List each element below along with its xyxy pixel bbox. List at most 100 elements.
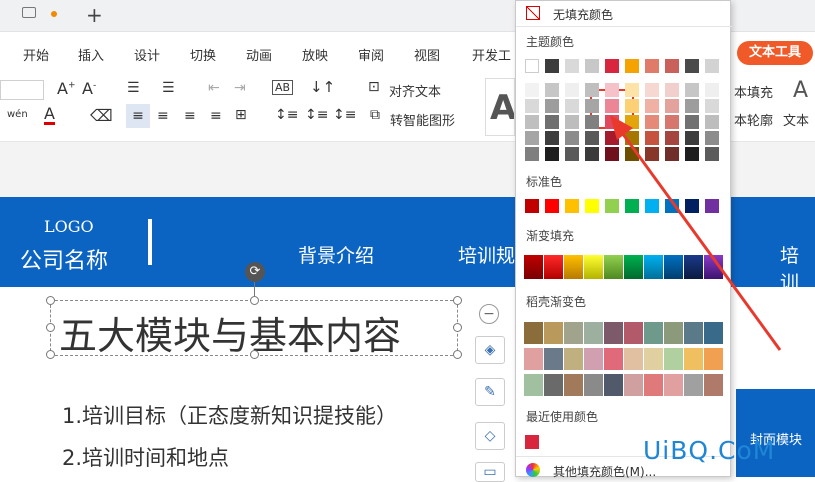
theme-shade-swatch[interactable] bbox=[565, 115, 579, 129]
text-direction-icon[interactable]: AB bbox=[272, 80, 294, 95]
brush-icon[interactable]: ✎ bbox=[475, 378, 505, 406]
shell-gradient-swatch[interactable] bbox=[624, 374, 643, 396]
more-colors-button[interactable]: 其他填充颜色(M)... bbox=[553, 463, 656, 480]
theme-shade-swatch[interactable] bbox=[525, 131, 539, 145]
theme-shade-swatch[interactable] bbox=[665, 99, 679, 113]
align-left-icon[interactable]: ≡ bbox=[126, 104, 150, 128]
theme-shade-swatch[interactable] bbox=[705, 147, 719, 161]
indent-icon[interactable]: ⇥ bbox=[234, 80, 246, 96]
theme-color-swatch[interactable] bbox=[705, 59, 719, 73]
font-color-icon[interactable]: A bbox=[44, 106, 55, 125]
tab-animation[interactable]: 动画 bbox=[246, 45, 272, 64]
tab-insert[interactable]: 插入 bbox=[78, 45, 104, 64]
shell-gradient-swatch[interactable] bbox=[584, 348, 603, 370]
tab-slideshow[interactable]: 放映 bbox=[302, 45, 328, 64]
increase-font-icon[interactable]: A+ bbox=[57, 79, 76, 98]
theme-shade-swatch[interactable] bbox=[685, 131, 699, 145]
resize-handle-t[interactable] bbox=[250, 296, 259, 305]
bullet-list-icon[interactable]: ☰ bbox=[127, 80, 140, 96]
slide-list-item-1[interactable]: 1.培训目标（正态度新知识提技能） bbox=[62, 400, 474, 430]
font-size-dropdown[interactable] bbox=[0, 80, 44, 100]
theme-shade-swatch[interactable] bbox=[585, 115, 599, 129]
shell-gradient-swatch[interactable] bbox=[664, 322, 683, 344]
theme-shade-swatch[interactable] bbox=[625, 147, 639, 161]
gradient-fill-swatch[interactable] bbox=[604, 255, 623, 279]
theme-shade-swatch[interactable] bbox=[625, 115, 639, 129]
theme-shade-swatch[interactable] bbox=[705, 99, 719, 113]
theme-color-swatch[interactable] bbox=[545, 59, 559, 73]
shell-gradient-swatch[interactable] bbox=[604, 322, 623, 344]
shell-gradient-swatch[interactable] bbox=[564, 374, 583, 396]
theme-shade-swatch[interactable] bbox=[645, 147, 659, 161]
theme-shade-swatch[interactable] bbox=[685, 99, 699, 113]
theme-shade-swatch[interactable] bbox=[665, 131, 679, 145]
standard-color-swatch[interactable] bbox=[665, 199, 679, 213]
more-colors-icon[interactable] bbox=[526, 463, 540, 477]
theme-color-swatch[interactable] bbox=[625, 59, 639, 73]
tab-view[interactable]: 视图 bbox=[414, 45, 440, 64]
shell-gradient-swatch[interactable] bbox=[644, 374, 663, 396]
outdent-icon[interactable]: ⇤ bbox=[208, 80, 220, 96]
theme-color-swatch[interactable] bbox=[585, 59, 599, 73]
tab-developer[interactable]: 开发工 bbox=[472, 45, 511, 64]
theme-shade-swatch[interactable] bbox=[545, 83, 559, 97]
tab-review[interactable]: 审阅 bbox=[358, 45, 384, 64]
theme-shade-swatch[interactable] bbox=[625, 83, 639, 97]
resize-handle-bl[interactable] bbox=[46, 350, 55, 359]
shell-gradient-swatch[interactable] bbox=[584, 374, 603, 396]
theme-shade-swatch[interactable] bbox=[545, 131, 559, 145]
theme-shade-swatch[interactable] bbox=[605, 115, 619, 129]
shell-gradient-swatch[interactable] bbox=[624, 322, 643, 344]
resize-handle-tl[interactable] bbox=[46, 296, 55, 305]
standard-color-swatch[interactable] bbox=[625, 199, 639, 213]
layers-icon[interactable]: ◈ bbox=[475, 336, 505, 364]
theme-shade-swatch[interactable] bbox=[605, 131, 619, 145]
shell-gradient-swatch[interactable] bbox=[604, 348, 623, 370]
theme-shade-swatch[interactable] bbox=[565, 131, 579, 145]
gradient-fill-swatch[interactable] bbox=[524, 255, 543, 279]
theme-shade-swatch[interactable] bbox=[665, 83, 679, 97]
gradient-fill-swatch[interactable] bbox=[684, 255, 703, 279]
tab-home[interactable]: 开始 bbox=[23, 45, 49, 64]
title-textbox[interactable]: 五大模块与基本内容 bbox=[50, 300, 458, 358]
theme-shade-swatch[interactable] bbox=[685, 147, 699, 161]
spacing-dropdown-icon[interactable]: ↕≡ bbox=[333, 107, 356, 123]
shell-gradient-swatch[interactable] bbox=[684, 374, 703, 396]
theme-shade-swatch[interactable] bbox=[545, 147, 559, 161]
tab-design[interactable]: 设计 bbox=[134, 45, 160, 64]
smart-shape-button[interactable]: 转智能图形 bbox=[390, 110, 455, 129]
distribute-icon[interactable]: ⊞ bbox=[235, 107, 247, 123]
theme-shade-swatch[interactable] bbox=[585, 99, 599, 113]
theme-shade-swatch[interactable] bbox=[565, 83, 579, 97]
shell-gradient-swatch[interactable] bbox=[524, 374, 543, 396]
text-effect-icon[interactable]: A bbox=[793, 78, 808, 103]
standard-color-swatch[interactable] bbox=[605, 199, 619, 213]
collapse-icon[interactable]: − bbox=[479, 304, 499, 324]
theme-shade-swatch[interactable] bbox=[705, 131, 719, 145]
theme-shade-swatch[interactable] bbox=[525, 147, 539, 161]
tab-text-tool[interactable]: 文本工具 bbox=[737, 41, 813, 65]
theme-shade-swatch[interactable] bbox=[585, 83, 599, 97]
align-right-icon[interactable]: ≡ bbox=[184, 108, 196, 124]
gradient-fill-swatch[interactable] bbox=[624, 255, 643, 279]
theme-shade-swatch[interactable] bbox=[565, 147, 579, 161]
gradient-fill-swatch[interactable] bbox=[704, 255, 723, 279]
text-effect-button[interactable]: 文本 bbox=[783, 110, 809, 129]
resize-handle-tr[interactable] bbox=[453, 296, 462, 305]
theme-shade-swatch[interactable] bbox=[625, 99, 639, 113]
shell-gradient-swatch[interactable] bbox=[524, 348, 543, 370]
standard-color-swatch[interactable] bbox=[585, 199, 599, 213]
standard-color-swatch[interactable] bbox=[705, 199, 719, 213]
tab-transition[interactable]: 切换 bbox=[190, 45, 216, 64]
text-fill-button[interactable]: 本填充 bbox=[734, 82, 773, 101]
decrease-font-icon[interactable]: A- bbox=[82, 79, 96, 98]
theme-color-swatch[interactable] bbox=[665, 59, 679, 73]
shell-gradient-swatch[interactable] bbox=[544, 348, 563, 370]
gradient-fill-swatch[interactable] bbox=[564, 255, 583, 279]
resize-handle-b[interactable] bbox=[250, 350, 259, 359]
shell-gradient-swatch[interactable] bbox=[704, 322, 723, 344]
shell-gradient-swatch[interactable] bbox=[564, 322, 583, 344]
align-center-icon[interactable]: ≡ bbox=[157, 108, 169, 124]
theme-shade-swatch[interactable] bbox=[525, 83, 539, 97]
shell-gradient-swatch[interactable] bbox=[624, 348, 643, 370]
